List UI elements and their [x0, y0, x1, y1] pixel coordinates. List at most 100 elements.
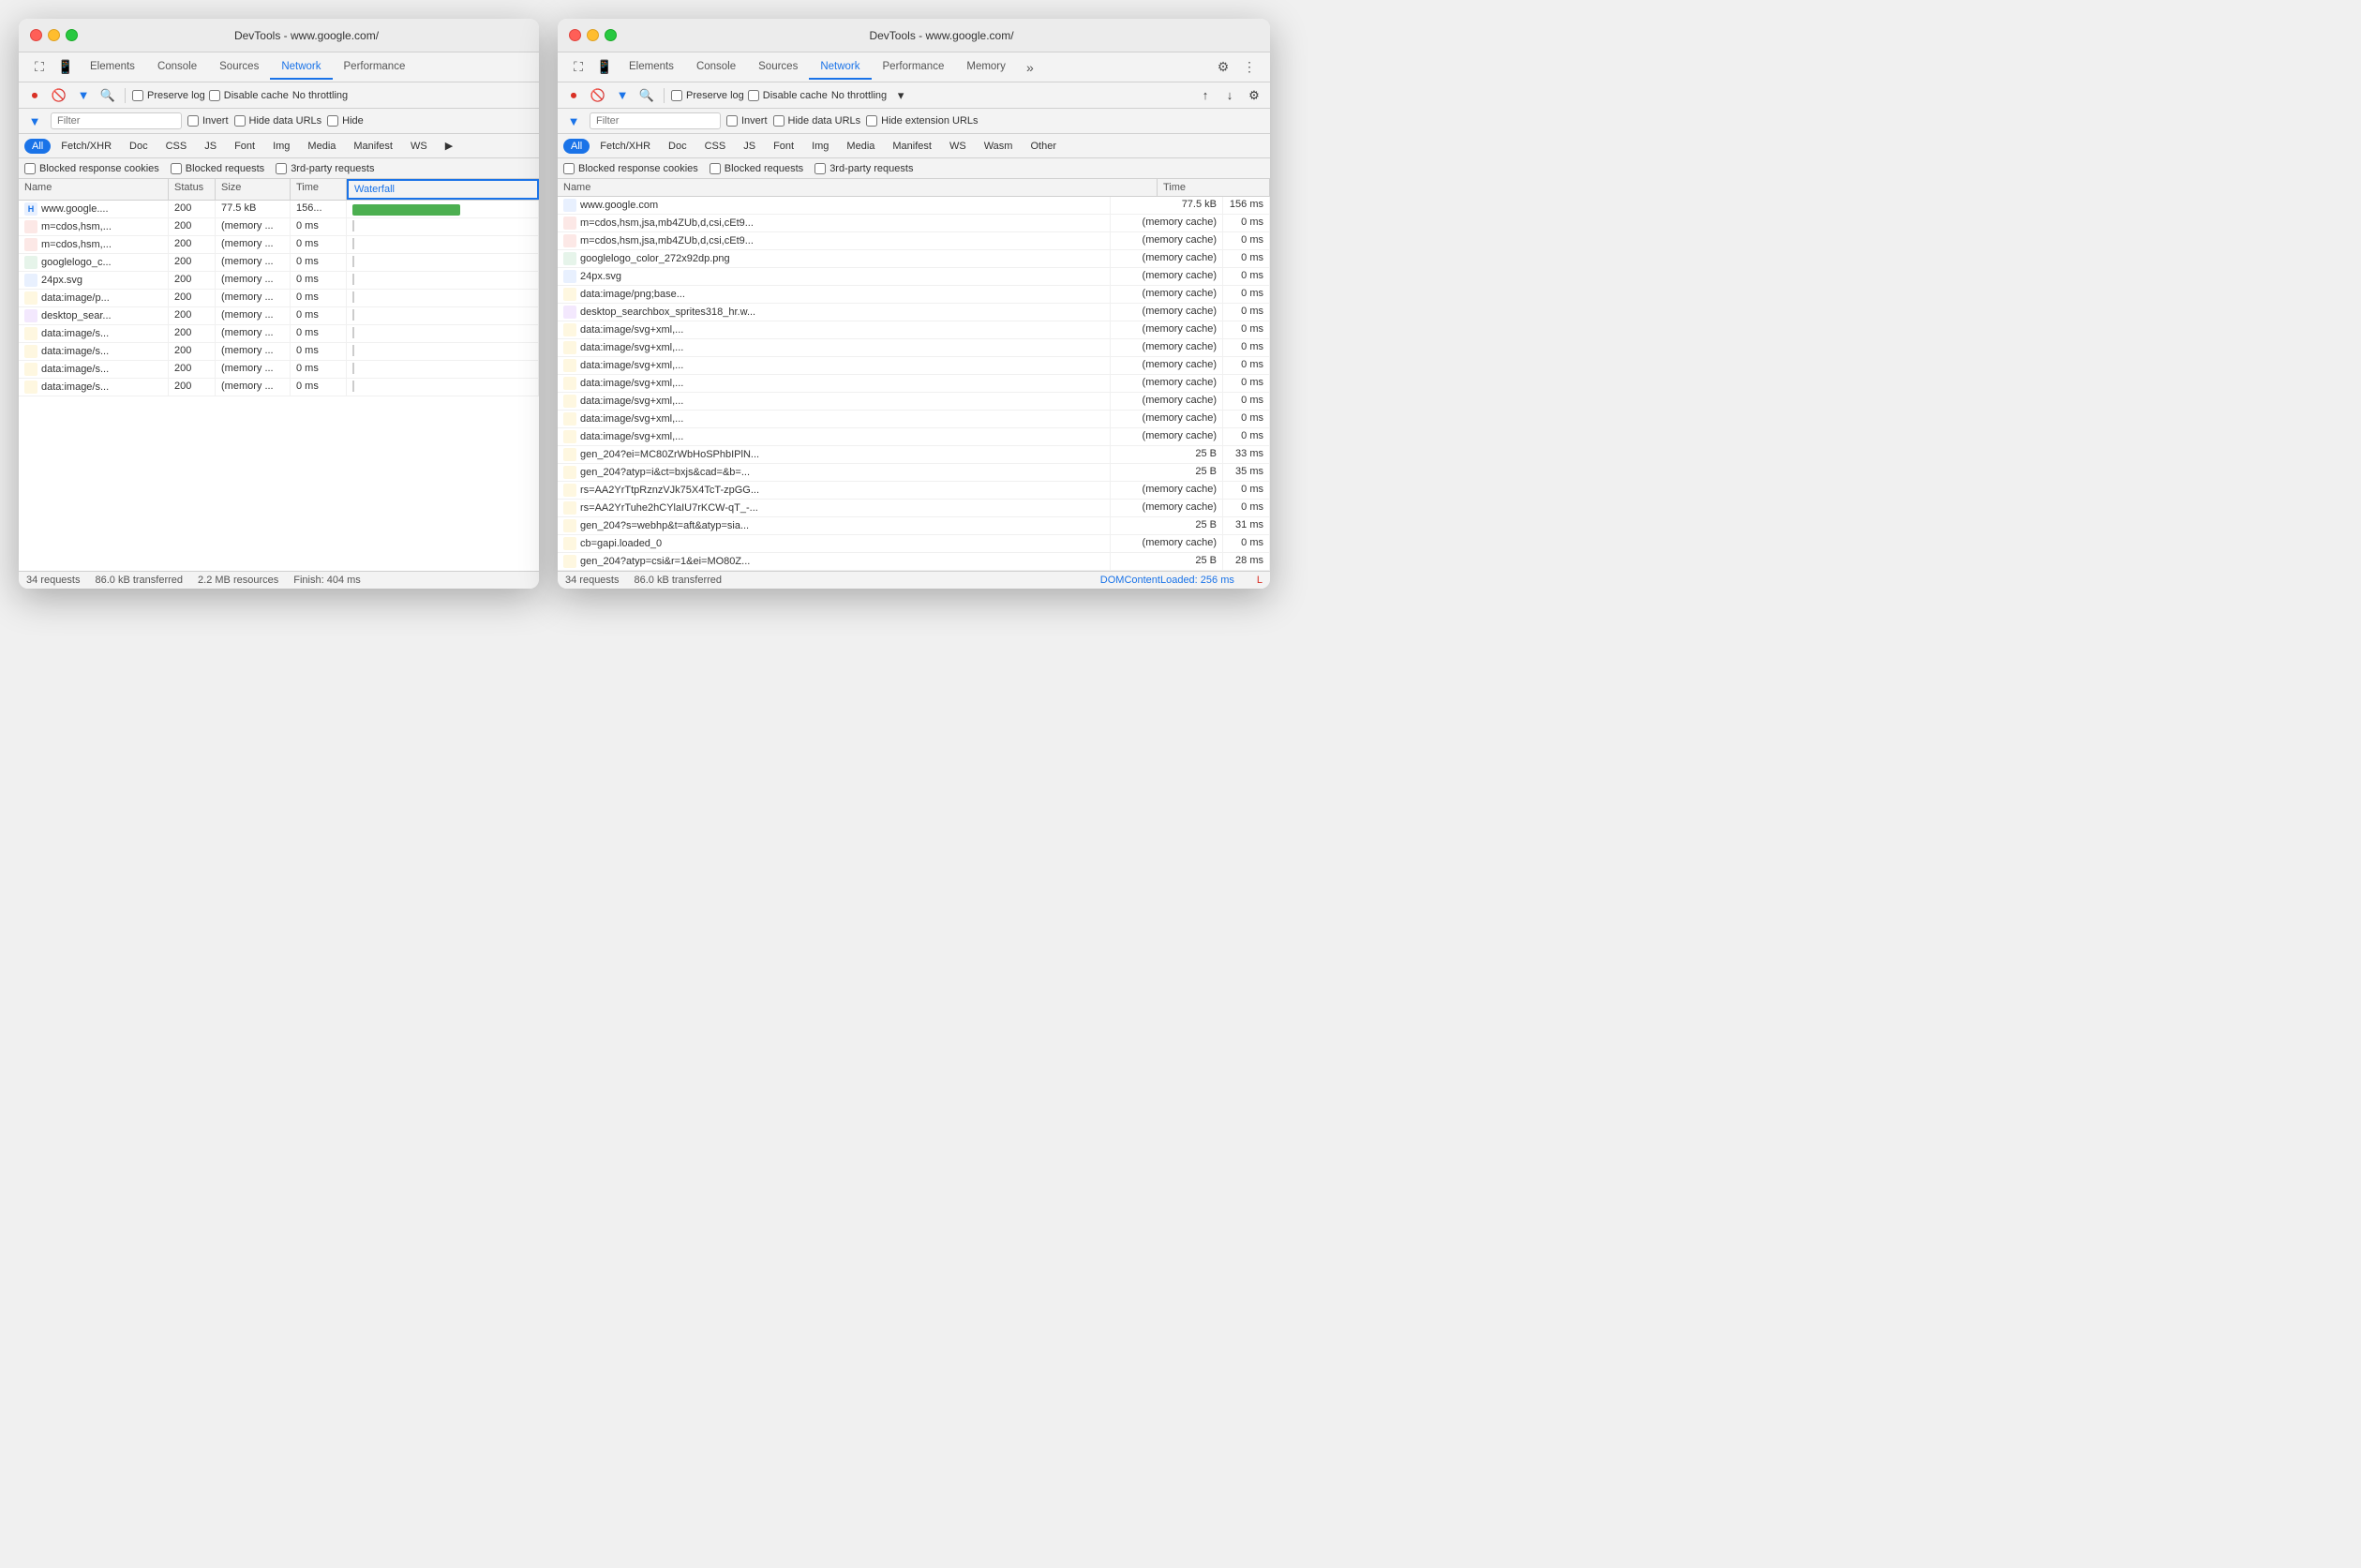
table-row[interactable]: data:image/svg+xml,... (memory cache) 0 …	[558, 428, 1270, 446]
record-button1[interactable]: ⏺	[24, 85, 45, 106]
type-font1[interactable]: Font	[227, 139, 262, 154]
blocked-cookies-label2[interactable]: Blocked response cookies	[563, 163, 698, 174]
table-row[interactable]: m=cdos,hsm,... 200 (memory ... 0 ms	[19, 236, 539, 254]
close-button1[interactable]	[30, 29, 42, 41]
tab-elements1[interactable]: Elements	[79, 55, 146, 80]
table-row[interactable]: desktop_searchbox_sprites318_hr.w... (me…	[558, 304, 1270, 321]
type-doc1[interactable]: Doc	[122, 139, 156, 154]
table-row[interactable]: www.google.com 77.5 kB 156 ms	[558, 197, 1270, 215]
table-row[interactable]: 24px.svg (memory cache) 0 ms	[558, 268, 1270, 286]
type-wasm2[interactable]: Wasm	[977, 139, 1021, 154]
hide-data-urls-label2[interactable]: Hide data URLs	[773, 115, 861, 127]
type-ws2[interactable]: WS	[942, 139, 974, 154]
blocked-cookies-checkbox2[interactable]	[563, 163, 575, 174]
type-manifest2[interactable]: Manifest	[885, 139, 939, 154]
upload-icon[interactable]: ↑	[1195, 85, 1216, 106]
blocked-requests-checkbox1[interactable]	[171, 163, 182, 174]
hide-data-urls-label1[interactable]: Hide data URLs	[234, 115, 322, 127]
tab-performance1[interactable]: Performance	[333, 55, 417, 80]
tab-network2[interactable]: Network	[809, 55, 871, 80]
third-party-checkbox1[interactable]	[276, 163, 287, 174]
type-all1[interactable]: All	[24, 139, 51, 154]
device-icon[interactable]: 📱	[52, 54, 79, 81]
table-row[interactable]: googlelogo_c... 200 (memory ... 0 ms	[19, 254, 539, 272]
cursor-icon2[interactable]: ⛶	[565, 54, 591, 81]
throttle-select1[interactable]: No throttling	[292, 90, 348, 101]
invert-label1[interactable]: Invert	[187, 115, 229, 127]
table-row[interactable]: 24px.svg 200 (memory ... 0 ms	[19, 272, 539, 290]
type-other2[interactable]: Other	[1023, 139, 1064, 154]
type-fetch-xhr2[interactable]: Fetch/XHR	[592, 139, 658, 154]
maximize-button1[interactable]	[66, 29, 78, 41]
type-font2[interactable]: Font	[766, 139, 801, 154]
table-row[interactable]: rs=AA2YrTtpRznzVJk75X4TcT-zpGG... (memor…	[558, 482, 1270, 500]
table-row[interactable]: data:image/s... 200 (memory ... 0 ms	[19, 343, 539, 361]
minimize-button2[interactable]	[587, 29, 599, 41]
table-row[interactable]: data:image/svg+xml,... (memory cache) 0 …	[558, 321, 1270, 339]
preserve-log-label2[interactable]: Preserve log	[671, 90, 744, 101]
cursor-icon[interactable]: ⛶	[26, 54, 52, 81]
filter-btn2[interactable]: ▼	[563, 111, 584, 131]
table-row[interactable]: m=cdos,hsm,jsa,mb4ZUb,d,csi,cEt9... (mem…	[558, 232, 1270, 250]
more-options-icon[interactable]: ⋮	[1236, 54, 1263, 81]
table-row[interactable]: data:image/s... 200 (memory ... 0 ms	[19, 325, 539, 343]
maximize-button2[interactable]	[605, 29, 617, 41]
type-css2[interactable]: CSS	[697, 139, 734, 154]
hide-data-urls-checkbox1[interactable]	[234, 115, 246, 127]
blocked-requests-checkbox2[interactable]	[710, 163, 721, 174]
tab-performance2[interactable]: Performance	[872, 55, 956, 80]
table-row[interactable]: gen_204?atyp=i&ct=bxjs&cad=&b=... 25 B 3…	[558, 464, 1270, 482]
tab-network1[interactable]: Network	[270, 55, 332, 80]
filter-btn1[interactable]: ▼	[24, 111, 45, 131]
type-more1[interactable]: ▶	[438, 138, 460, 154]
tab-memory2[interactable]: Memory	[955, 55, 1017, 80]
table-row[interactable]: cb=gapi.loaded_0 (memory cache) 0 ms	[558, 535, 1270, 553]
search-icon1[interactable]: 🔍	[97, 85, 118, 106]
table-row[interactable]: gen_204?atyp=csi&r=1&ei=MO80Z... 25 B 28…	[558, 553, 1270, 571]
preserve-log-checkbox1[interactable]	[132, 90, 143, 101]
filter-icon1[interactable]: ▼	[73, 85, 94, 106]
table-row[interactable]: desktop_sear... 200 (memory ... 0 ms	[19, 307, 539, 325]
blocked-cookies-checkbox1[interactable]	[24, 163, 36, 174]
device-icon2[interactable]: 📱	[591, 54, 618, 81]
record-button2[interactable]: ⏺	[563, 85, 584, 106]
type-doc2[interactable]: Doc	[661, 139, 695, 154]
type-ws1[interactable]: WS	[403, 139, 435, 154]
download-icon[interactable]: ↓	[1219, 85, 1240, 106]
settings-icon[interactable]: ⚙	[1210, 54, 1236, 81]
type-js1[interactable]: JS	[197, 139, 224, 154]
throttle-select2[interactable]: No throttling	[831, 90, 887, 101]
third-party-checkbox2[interactable]	[814, 163, 826, 174]
type-img2[interactable]: Img	[804, 139, 836, 154]
clear-button1[interactable]: 🚫	[49, 85, 69, 106]
hide-ext-label2[interactable]: Hide extension URLs	[866, 115, 978, 127]
search-icon2[interactable]: 🔍	[636, 85, 657, 106]
filter-input2[interactable]	[590, 112, 721, 129]
tab-console2[interactable]: Console	[685, 55, 747, 80]
preserve-log-checkbox2[interactable]	[671, 90, 682, 101]
table-row[interactable]: data:image/svg+xml,... (memory cache) 0 …	[558, 411, 1270, 428]
type-css1[interactable]: CSS	[158, 139, 195, 154]
type-media2[interactable]: Media	[839, 139, 882, 154]
blocked-cookies-label1[interactable]: Blocked response cookies	[24, 163, 159, 174]
filter-input1[interactable]	[51, 112, 182, 129]
hide-ext-checkbox1[interactable]	[327, 115, 338, 127]
invert-label2[interactable]: Invert	[726, 115, 768, 127]
minimize-button1[interactable]	[48, 29, 60, 41]
table-row[interactable]: data:image/svg+xml,... (memory cache) 0 …	[558, 375, 1270, 393]
table-row[interactable]: data:image/s... 200 (memory ... 0 ms	[19, 379, 539, 396]
tab-sources2[interactable]: Sources	[747, 55, 809, 80]
clear-button2[interactable]: 🚫	[588, 85, 608, 106]
disable-cache-checkbox1[interactable]	[209, 90, 220, 101]
hide-data-urls-checkbox2[interactable]	[773, 115, 785, 127]
table-row[interactable]: data:image/svg+xml,... (memory cache) 0 …	[558, 357, 1270, 375]
table-row[interactable]: data:image/svg+xml,... (memory cache) 0 …	[558, 339, 1270, 357]
disable-cache-label1[interactable]: Disable cache	[209, 90, 289, 101]
invert-checkbox2[interactable]	[726, 115, 738, 127]
tab-console1[interactable]: Console	[146, 55, 208, 80]
hide-ext-checkbox2[interactable]	[866, 115, 877, 127]
tab-sources1[interactable]: Sources	[208, 55, 270, 80]
type-fetch-xhr1[interactable]: Fetch/XHR	[53, 139, 119, 154]
disable-cache-checkbox2[interactable]	[748, 90, 759, 101]
third-party-label1[interactable]: 3rd-party requests	[276, 163, 374, 174]
